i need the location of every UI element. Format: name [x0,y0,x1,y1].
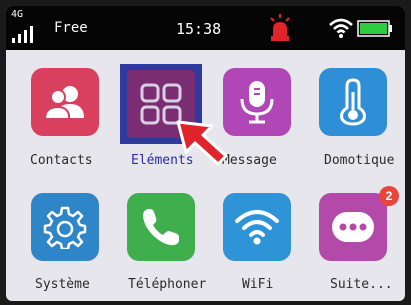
battery-icon [357,20,392,37]
phone-icon [143,209,179,246]
wifi-icon [329,18,353,38]
suite-app-button[interactable] [319,193,387,261]
gear-icon [43,206,87,249]
app-label-systeme: Système [35,277,90,292]
carrier-name: Free [54,20,88,36]
wifi-icon [235,210,279,245]
alarm-light-icon [270,14,290,41]
app-label-message: Message [222,153,277,168]
wifi-app-button[interactable] [223,193,291,261]
contacts-icon [43,86,84,120]
app-label-contacts: Contacts [30,153,93,168]
app-label-telephoner: Téléphoner [128,277,207,292]
pointer-arrow-icon [176,120,228,166]
network-type: 4G [11,9,24,20]
status-bar: 4G Free 15:38 [6,6,405,50]
notification-badge: 2 [379,186,399,206]
clock: 15:38 [176,20,222,38]
systeme-app-button[interactable] [31,193,99,261]
signal-icon [12,23,40,43]
more-icon [332,212,374,242]
app-label-domotique: Domotique [324,153,395,168]
phone-screen: 4G Free 15:38 2 Contacts Eléments Messag… [6,6,405,301]
domotique-app-button[interactable] [319,68,387,136]
contacts-app-button[interactable] [31,68,99,136]
app-label-wifi: WiFi [242,277,274,292]
telephoner-app-button[interactable] [127,193,195,261]
thermometer-icon [340,78,366,126]
message-app-button[interactable] [223,68,291,136]
app-label-suite: Suite... [330,277,393,292]
microphone-icon [240,81,274,124]
